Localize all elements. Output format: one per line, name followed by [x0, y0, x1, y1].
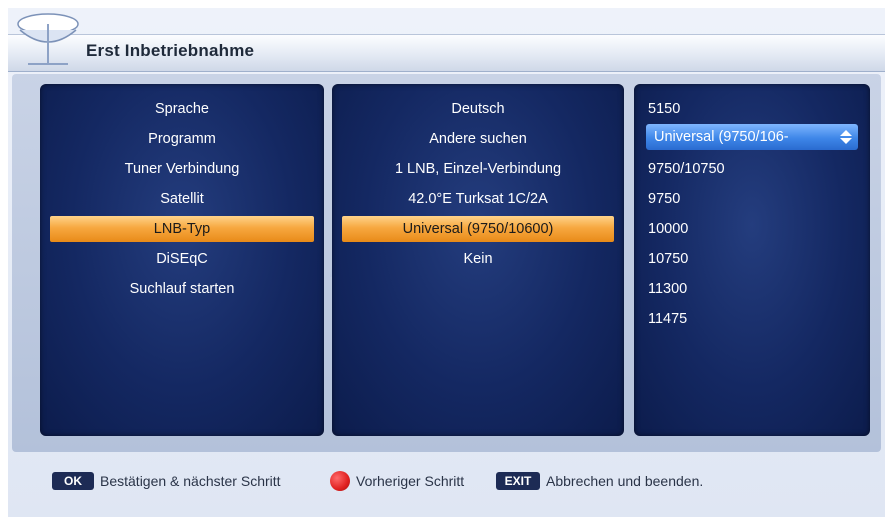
red-key-icon[interactable] — [330, 471, 350, 491]
panel-area: homecast Sprache Programm Tuner Verbindu… — [12, 74, 881, 452]
lnb-option-selected-label: Universal (9750/106- — [654, 129, 789, 145]
updown-arrows-icon — [840, 130, 852, 144]
satellite-dish-icon — [17, 13, 79, 65]
lnb-option[interactable]: 10000 — [648, 216, 862, 242]
footer-hints: OK Bestätigen & nächster Schritt Vorheri… — [8, 462, 885, 502]
lnb-option[interactable]: 9750/10750 — [648, 156, 862, 182]
setting-value[interactable]: Kein — [332, 246, 624, 272]
setting-value[interactable]: Andere suchen — [332, 126, 624, 152]
ok-key-icon[interactable]: OK — [52, 472, 94, 490]
lnb-option[interactable]: 11300 — [648, 276, 862, 302]
lnb-options-panel: 5150 Universal (9750/106- 9750/10750 975… — [634, 84, 870, 436]
setting-label[interactable]: Suchlauf starten — [40, 276, 324, 302]
setup-screen: Erst Inbetriebnahme homecast Sprache Pro… — [8, 8, 885, 517]
exit-key-icon[interactable]: EXIT — [496, 472, 540, 490]
ok-hint: Bestätigen & nächster Schritt — [100, 473, 281, 489]
lnb-option[interactable]: 11475 — [648, 306, 862, 332]
lnb-option-selected[interactable]: Universal (9750/106- — [646, 124, 858, 150]
setting-labels-panel: Sprache Programm Tuner Verbindung Satell… — [40, 84, 324, 436]
page-title: Erst Inbetriebnahme — [86, 41, 255, 60]
setting-value[interactable]: 42.0°E Turksat 1C/2A — [332, 186, 624, 212]
setting-label[interactable]: Programm — [40, 126, 324, 152]
setting-value[interactable]: Deutsch — [332, 96, 624, 122]
setting-label[interactable]: Sprache — [40, 96, 324, 122]
setting-label-selected[interactable]: LNB-Typ — [50, 216, 314, 242]
setting-values-panel: Deutsch Andere suchen 1 LNB, Einzel-Verb… — [332, 84, 624, 436]
lnb-option[interactable]: 5150 — [648, 96, 862, 122]
lnb-option[interactable]: 9750 — [648, 186, 862, 212]
red-key-hint: Vorheriger Schritt — [356, 473, 465, 489]
setting-label[interactable]: Tuner Verbindung — [40, 156, 324, 182]
lnb-option[interactable]: 10750 — [648, 246, 862, 272]
setting-value[interactable]: 1 LNB, Einzel-Verbindung — [332, 156, 624, 182]
setting-value-selected[interactable]: Universal (9750/10600) — [342, 216, 614, 242]
setting-label[interactable]: DiSEqC — [40, 246, 324, 272]
setting-label[interactable]: Satellit — [40, 186, 324, 212]
exit-hint: Abbrechen und beenden. — [546, 473, 704, 489]
